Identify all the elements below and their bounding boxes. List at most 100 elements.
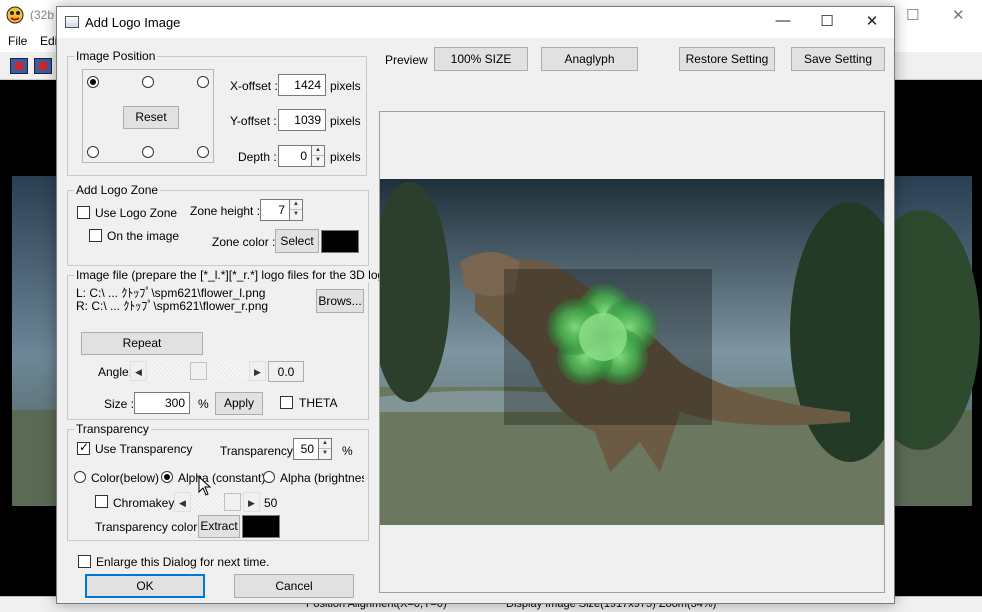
- background-close-icon[interactable]: ✕: [952, 6, 965, 24]
- color-below-label[interactable]: Color(below): [91, 471, 159, 485]
- chromakey-right-arrow-icon[interactable]: ▶: [243, 492, 260, 512]
- save-setting-button[interactable]: Save Setting: [791, 47, 885, 71]
- x-offset-input[interactable]: 1424: [278, 74, 326, 96]
- chromakey-slider[interactable]: ◀ ▶: [174, 492, 260, 512]
- transparency-unit: %: [342, 444, 353, 458]
- zone-height-label: Zone height :: [190, 204, 261, 218]
- transparency-group-label: Transparency: [74, 422, 151, 436]
- anchor-top-center-radio[interactable]: [142, 76, 154, 88]
- image-file-group: Image file (prepare the [*_l.*][*_r.*] l…: [67, 268, 397, 420]
- reset-button[interactable]: Reset: [123, 106, 179, 129]
- depth-label: Depth :: [238, 150, 277, 164]
- angle-right-arrow-icon[interactable]: ▶: [249, 361, 266, 381]
- enlarge-dialog-label[interactable]: Enlarge this Dialog for next time.: [96, 555, 269, 569]
- x-offset-label: X-offset :: [230, 79, 278, 93]
- y-offset-unit: pixels: [330, 114, 361, 128]
- use-transparency-label[interactable]: Use Transparency: [95, 442, 192, 456]
- logo-zone-label: Add Logo Zone: [74, 183, 161, 197]
- transparency-value-label: Transparency :: [220, 444, 300, 458]
- size-label: Size :: [104, 397, 135, 411]
- preview-label: Preview: [385, 53, 428, 67]
- background-app-title: (32b: [30, 8, 55, 22]
- add-logo-dialog: Add Logo Image — ☐ ✕ Image Position Rese…: [56, 6, 895, 604]
- theta-label[interactable]: THETA: [299, 396, 337, 410]
- maximize-icon[interactable]: ☐: [805, 12, 849, 34]
- use-logo-zone-label[interactable]: Use Logo Zone: [95, 206, 177, 220]
- zone-height-input[interactable]: 7: [260, 199, 290, 221]
- logo-zone-group: Add Logo Zone Use Logo Zone On the image…: [67, 183, 369, 266]
- angle-value: 0.0: [268, 361, 304, 382]
- transparency-group: Transparency Use Transparency Transparen…: [67, 422, 369, 541]
- angle-slider-thumb[interactable]: [190, 362, 207, 380]
- depth-input[interactable]: 0: [278, 145, 312, 167]
- theta-checkbox[interactable]: [280, 396, 293, 409]
- angle-label: Angle:: [98, 365, 133, 379]
- full-size-button[interactable]: 100% SIZE: [434, 47, 528, 71]
- y-offset-input[interactable]: 1039: [278, 109, 326, 131]
- zone-height-spinner[interactable]: ▲ ▼: [289, 199, 303, 221]
- repeat-button[interactable]: Repeat: [81, 332, 203, 355]
- on-the-image-label[interactable]: On the image: [107, 229, 179, 243]
- apply-button[interactable]: Apply: [215, 392, 263, 415]
- preview-panel: [379, 111, 885, 593]
- restore-setting-button[interactable]: Restore Setting: [679, 47, 775, 71]
- anchor-bottom-right-radio[interactable]: [197, 146, 209, 158]
- close-icon[interactable]: ✕: [850, 12, 894, 34]
- cancel-button[interactable]: Cancel: [234, 574, 354, 598]
- angle-left-arrow-icon[interactable]: ◀: [130, 361, 147, 381]
- dialog-title: Add Logo Image: [85, 15, 181, 30]
- menu-edit[interactable]: Edi: [40, 34, 57, 48]
- transparency-color-swatch: [242, 515, 280, 538]
- chromakey-label[interactable]: Chromakey: [113, 496, 174, 510]
- toolbar-open-icon[interactable]: [10, 58, 28, 74]
- chromakey-left-arrow-icon[interactable]: ◀: [174, 492, 191, 512]
- menu-file[interactable]: File: [8, 34, 27, 48]
- image-position-label: Image Position: [74, 49, 158, 63]
- transparency-spinner[interactable]: ▲ ▼: [318, 438, 332, 460]
- use-transparency-checkbox[interactable]: [77, 440, 90, 455]
- browse-button[interactable]: Brows...: [316, 289, 364, 313]
- minimize-icon[interactable]: —: [761, 12, 805, 34]
- depth-unit: pixels: [330, 150, 361, 164]
- dialog-titlebar: Add Logo Image — ☐ ✕: [57, 7, 894, 38]
- image-position-group: Image Position Reset X-offset : 1424 pix…: [67, 49, 367, 176]
- depth-spinner[interactable]: ▲ ▼: [311, 145, 325, 167]
- anchor-top-right-radio[interactable]: [197, 76, 209, 88]
- transparency-color-label: Transparency color :: [95, 520, 204, 534]
- extract-button[interactable]: Extract: [198, 515, 240, 538]
- anchor-top-left-radio[interactable]: [87, 76, 99, 88]
- size-input[interactable]: 300: [134, 392, 190, 414]
- anchor-bottom-left-radio[interactable]: [87, 146, 99, 158]
- image-file-label: Image file (prepare the [*_l.*][*_r.*] l…: [74, 268, 397, 282]
- alpha-constant-radio[interactable]: [161, 471, 173, 483]
- chromakey-value: 50: [264, 496, 278, 510]
- right-file-path: R: C:\ ... ｸﾄｯﾌﾟ\spm621\flower_r.png: [76, 299, 269, 313]
- color-below-radio[interactable]: [74, 471, 86, 483]
- preview-image: [380, 179, 884, 525]
- angle-slider[interactable]: ◀ ▶: [130, 361, 266, 381]
- alpha-brightness-label[interactable]: Alpha (brightness): [280, 471, 364, 485]
- size-unit: %: [198, 397, 209, 411]
- background-maximize-icon[interactable]: ☐: [906, 6, 919, 24]
- anchor-bottom-center-radio[interactable]: [142, 146, 154, 158]
- use-logo-zone-checkbox[interactable]: [77, 206, 90, 219]
- x-offset-unit: pixels: [330, 79, 361, 93]
- zone-color-label: Zone color :: [212, 235, 276, 249]
- on-the-image-checkbox[interactable]: [89, 229, 102, 242]
- zone-color-swatch: [321, 230, 359, 253]
- app-icon: [6, 6, 24, 24]
- zone-color-select-button[interactable]: Select: [275, 229, 319, 253]
- alpha-constant-label[interactable]: Alpha (constant): [178, 471, 265, 485]
- enlarge-dialog-checkbox[interactable]: [78, 555, 91, 568]
- dialog-window-icon: [65, 16, 79, 28]
- anchor-grid: Reset: [82, 69, 214, 163]
- chromakey-slider-thumb[interactable]: [224, 493, 241, 511]
- transparency-input[interactable]: 50: [293, 438, 319, 460]
- y-offset-label: Y-offset :: [230, 114, 277, 128]
- toolbar-save-icon[interactable]: [34, 58, 52, 74]
- alpha-brightness-radio[interactable]: [263, 471, 275, 483]
- chromakey-checkbox[interactable]: [95, 495, 108, 508]
- ok-button[interactable]: OK: [85, 574, 205, 598]
- mouse-cursor-icon: [198, 476, 212, 496]
- anaglyph-button[interactable]: Anaglyph: [541, 47, 638, 71]
